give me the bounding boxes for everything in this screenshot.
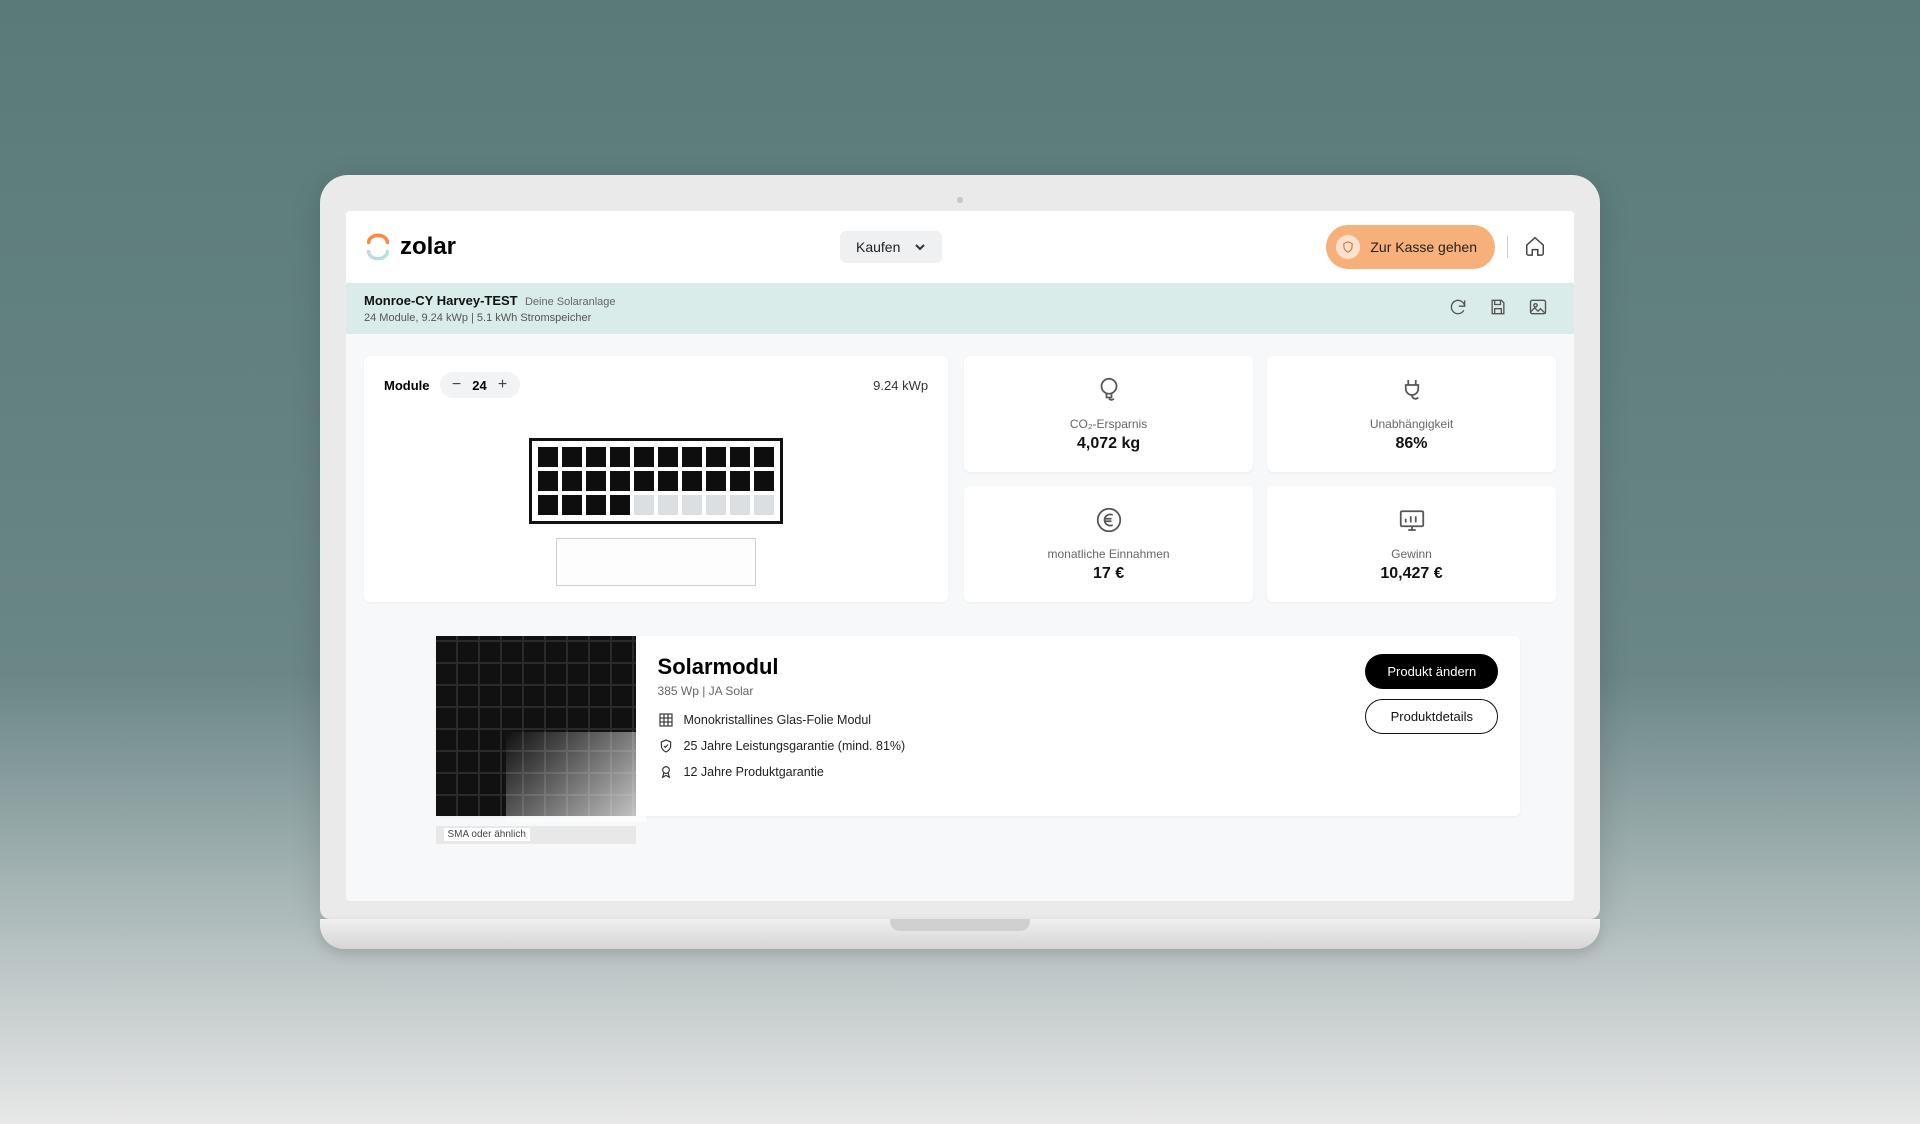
panel-cell xyxy=(562,495,582,515)
product-feature-3: 12 Jahre Produktgarantie xyxy=(684,765,824,779)
save-icon xyxy=(1488,297,1508,317)
panel-cell xyxy=(706,495,726,515)
product-feature-1: Monokristallines Glas-Folie Modul xyxy=(684,713,872,727)
panel-cell xyxy=(730,471,750,491)
product-title: Solarmodul xyxy=(658,654,1344,680)
project-subtitle: Deine Solaranlage xyxy=(525,296,616,308)
home-button[interactable] xyxy=(1520,231,1550,264)
award-icon xyxy=(658,764,674,780)
product-feature-2: 25 Jahre Leistungsgarantie (mind. 81%) xyxy=(684,739,906,753)
stat-co2-value: 4,072 kg xyxy=(1077,435,1140,453)
panel-grid xyxy=(529,438,783,524)
stat-profit-value: 10,427 € xyxy=(1380,565,1442,583)
module-kwp: 9.24 kWp xyxy=(873,378,928,393)
refresh-button[interactable] xyxy=(1446,295,1470,322)
shield-check-icon xyxy=(658,738,674,754)
topbar: zolar Kaufen Zur Kasse gehen xyxy=(346,211,1574,283)
panel-cell xyxy=(634,471,654,491)
panel-cell xyxy=(610,495,630,515)
panel-cell xyxy=(682,447,702,467)
brand-logo: zolar xyxy=(364,233,456,261)
product-feature-row: 12 Jahre Produktgarantie xyxy=(658,764,1344,780)
shield-icon xyxy=(1336,235,1360,259)
panel-cell xyxy=(610,447,630,467)
brand-name: zolar xyxy=(400,233,456,261)
panel-cell xyxy=(706,471,726,491)
image-button[interactable] xyxy=(1526,295,1550,322)
panel-cell xyxy=(754,471,774,491)
product-details-button[interactable]: Produktdetails xyxy=(1365,699,1498,734)
stat-profit-label: Gewinn xyxy=(1391,547,1432,561)
main-content: Module − 24 + 9.24 kWp xyxy=(346,334,1574,901)
module-plus-button[interactable]: + xyxy=(494,376,512,394)
stat-income-value: 17 € xyxy=(1093,565,1124,583)
product-feature-row: 25 Jahre Leistungsgarantie (mind. 81%) xyxy=(658,738,1344,754)
image-icon xyxy=(1528,297,1548,317)
nav-dropdown-label: Kaufen xyxy=(856,239,900,255)
panel-cell xyxy=(586,447,606,467)
panel-cell xyxy=(730,447,750,467)
chart-icon xyxy=(1397,505,1427,535)
product-change-button[interactable]: Produkt ändern xyxy=(1365,654,1498,689)
panel-illustration xyxy=(384,438,928,586)
leaf-bulb-icon xyxy=(1094,375,1124,405)
product-image xyxy=(436,636,636,816)
project-title: Monroe-CY Harvey-TEST xyxy=(364,293,518,308)
panel-cell xyxy=(634,495,654,515)
cutoff-label: SMA oder ähnlich xyxy=(444,828,530,841)
chevron-down-icon xyxy=(914,241,926,253)
checkout-label: Zur Kasse gehen xyxy=(1370,239,1477,255)
module-label: Module xyxy=(384,378,430,393)
grid-icon xyxy=(658,712,674,728)
topbar-right: Zur Kasse gehen xyxy=(1326,225,1550,269)
panel-cell xyxy=(658,495,678,515)
project-info-strip: Monroe-CY Harvey-TEST Deine Solaranlage … xyxy=(346,283,1574,334)
stat-independence-label: Unabhängigkeit xyxy=(1370,417,1453,431)
panel-cell xyxy=(634,447,654,467)
product-feature-row: Monokristallines Glas-Folie Modul xyxy=(658,712,1344,728)
checkout-button[interactable]: Zur Kasse gehen xyxy=(1326,225,1495,269)
panel-cell xyxy=(754,495,774,515)
next-product-cutoff: SMA oder ähnlich xyxy=(436,826,636,844)
panel-cell xyxy=(682,495,702,515)
stat-income-label: monatliche Einnahmen xyxy=(1048,547,1170,561)
panel-cell xyxy=(562,471,582,491)
plug-leaf-icon xyxy=(1397,375,1427,405)
stat-co2-label: CO₂-Ersparnis xyxy=(1070,417,1147,431)
panel-cell xyxy=(538,447,558,467)
stat-card-income: monatliche Einnahmen 17 € xyxy=(964,486,1253,602)
panel-cell xyxy=(562,447,582,467)
panel-cell xyxy=(586,471,606,491)
product-subtitle: 385 Wp | JA Solar xyxy=(658,684,1344,698)
panel-cell xyxy=(658,471,678,491)
stat-card-independence: Unabhängigkeit 86% xyxy=(1267,356,1556,472)
stat-card-co2: CO₂-Ersparnis 4,072 kg xyxy=(964,356,1253,472)
panel-cell xyxy=(586,495,606,515)
module-minus-button[interactable]: − xyxy=(448,376,466,394)
nav-dropdown-kaufen[interactable]: Kaufen xyxy=(840,231,942,263)
module-stepper: − 24 + xyxy=(440,372,520,398)
panel-cell xyxy=(658,447,678,467)
inverter-box-placeholder xyxy=(556,538,756,586)
panel-cell xyxy=(610,471,630,491)
product-card-solarmodul: Solarmodul 385 Wp | JA Solar Monokristal… xyxy=(436,636,1521,816)
panel-cell xyxy=(706,447,726,467)
panel-cell xyxy=(754,447,774,467)
module-count: 24 xyxy=(470,378,490,393)
module-config-card: Module − 24 + 9.24 kWp xyxy=(364,356,948,602)
divider xyxy=(1507,236,1508,258)
panel-cell xyxy=(538,471,558,491)
project-spec-line: 24 Module, 9.24 kWp | 5.1 kWh Stromspeic… xyxy=(364,312,616,324)
save-button[interactable] xyxy=(1486,295,1510,322)
stat-card-profit: Gewinn 10,427 € xyxy=(1267,486,1556,602)
panel-cell xyxy=(538,495,558,515)
stats-grid: CO₂-Ersparnis 4,072 kg Unabhängigkeit 86… xyxy=(964,356,1556,602)
stat-independence-value: 86% xyxy=(1396,435,1428,453)
panel-cell xyxy=(682,471,702,491)
euro-icon xyxy=(1094,505,1124,535)
refresh-icon xyxy=(1448,297,1468,317)
panel-cell xyxy=(730,495,750,515)
home-icon xyxy=(1524,235,1546,257)
zolar-logo-icon xyxy=(364,233,392,261)
